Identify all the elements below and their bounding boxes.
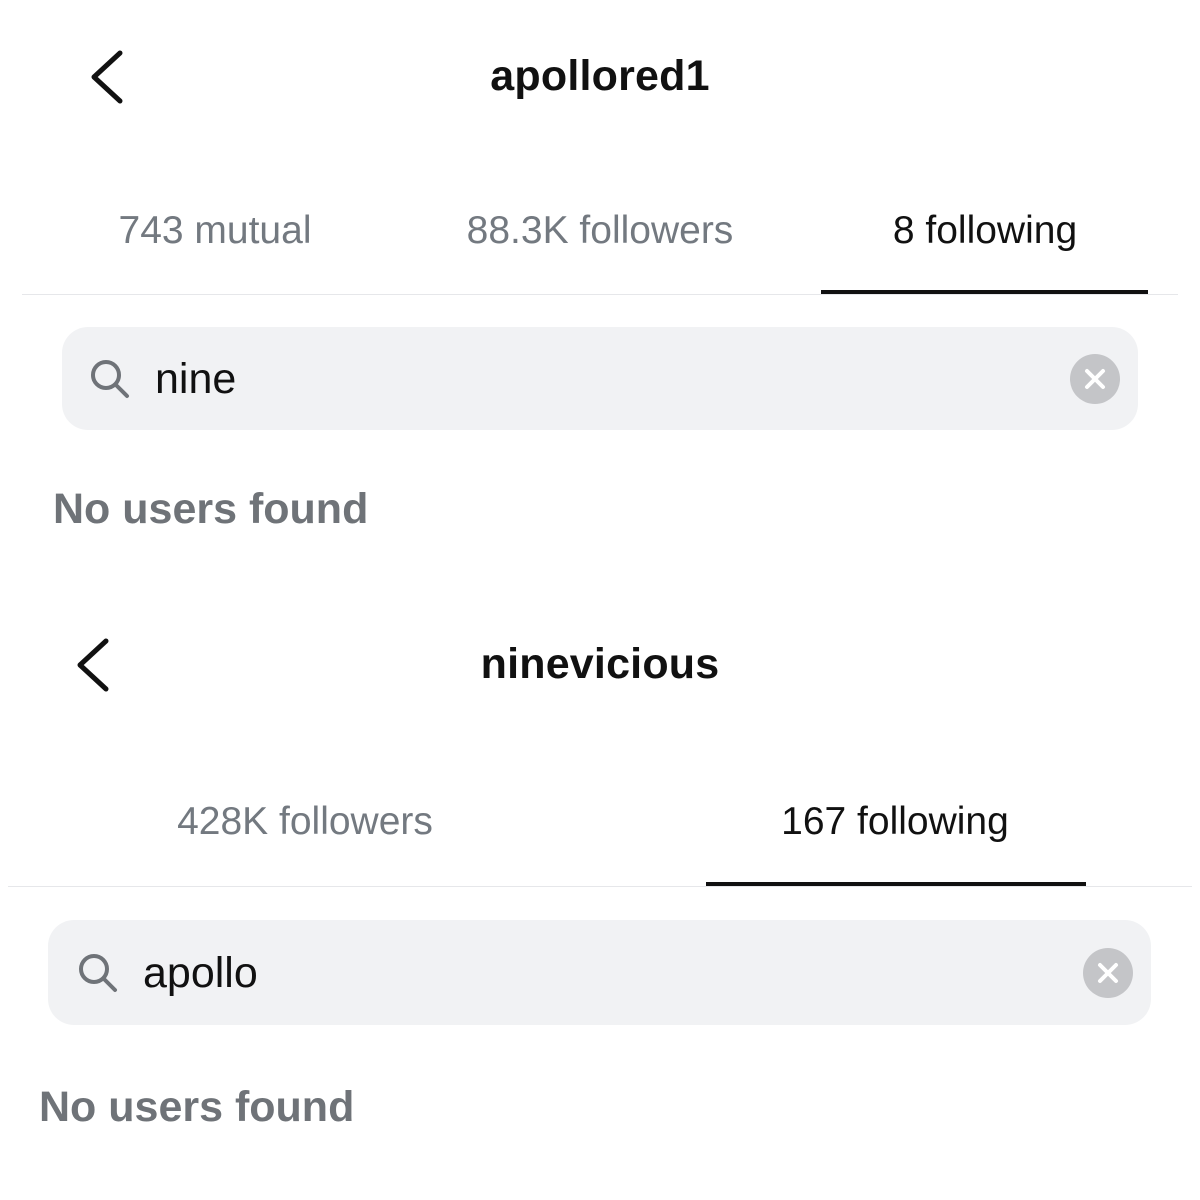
tab-following[interactable]: 8 following bbox=[860, 209, 1110, 253]
empty-state-message: No users found bbox=[39, 1083, 355, 1131]
tab-followers[interactable]: 88.3K followers bbox=[430, 209, 770, 253]
clear-search-button[interactable] bbox=[1083, 948, 1133, 998]
tab-mutual[interactable]: 743 mutual bbox=[95, 209, 335, 253]
tab-followers[interactable]: 428K followers bbox=[140, 800, 470, 844]
clear-search-button[interactable] bbox=[1070, 354, 1120, 404]
search-icon bbox=[91, 360, 129, 398]
empty-state-message: No users found bbox=[53, 485, 369, 533]
screen-ninevicious: ninevicious 428K followers 167 following… bbox=[0, 590, 1200, 1190]
tab-following[interactable]: 167 following bbox=[750, 800, 1040, 844]
search-input[interactable] bbox=[143, 947, 1043, 999]
tab-divider bbox=[22, 294, 1178, 295]
tab-divider bbox=[8, 886, 1192, 887]
close-icon bbox=[1098, 963, 1118, 983]
active-tab-underline bbox=[706, 882, 1086, 886]
search-bar bbox=[62, 327, 1138, 430]
search-input[interactable] bbox=[155, 353, 1035, 405]
page-title: ninevicious bbox=[480, 640, 720, 688]
active-tab-underline bbox=[821, 290, 1148, 294]
page-title: apollored1 bbox=[490, 52, 710, 100]
screen-apollored1: apollored1 743 mutual 88.3K followers 8 … bbox=[0, 0, 1200, 580]
search-bar bbox=[48, 920, 1151, 1025]
search-icon bbox=[79, 954, 117, 992]
close-icon bbox=[1085, 369, 1105, 389]
